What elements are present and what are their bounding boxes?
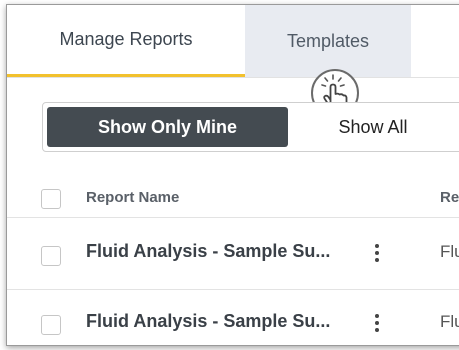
vertical-ellipsis-icon[interactable] [372, 312, 382, 336]
row-checkbox[interactable] [41, 315, 61, 335]
vertical-ellipsis-icon[interactable] [372, 242, 382, 266]
ownership-filter-toggle: Show Only Mine Show All [42, 102, 459, 152]
report-name-cell[interactable]: Fluid Analysis - Sample Su... [86, 311, 330, 332]
show-all-button[interactable]: Show All [293, 107, 453, 147]
row-divider [7, 217, 459, 218]
show-only-mine-button[interactable]: Show Only Mine [47, 107, 288, 147]
column-header-report-type[interactable]: Re [440, 189, 459, 206]
report-type-cell: Flu [440, 312, 459, 331]
select-all-checkbox[interactable] [41, 189, 61, 209]
report-name-cell[interactable]: Fluid Analysis - Sample Su... [86, 241, 330, 262]
report-type-cell: Flu [440, 242, 459, 261]
tab-bar: Manage Reports Templates [7, 5, 459, 78]
column-header-report-name[interactable]: Report Name [86, 189, 179, 206]
row-divider [7, 289, 459, 290]
reports-panel: Manage Reports Templates Show Only Mine … [6, 4, 459, 346]
tab-manage-reports[interactable]: Manage Reports [7, 5, 245, 77]
row-checkbox[interactable] [41, 246, 61, 266]
